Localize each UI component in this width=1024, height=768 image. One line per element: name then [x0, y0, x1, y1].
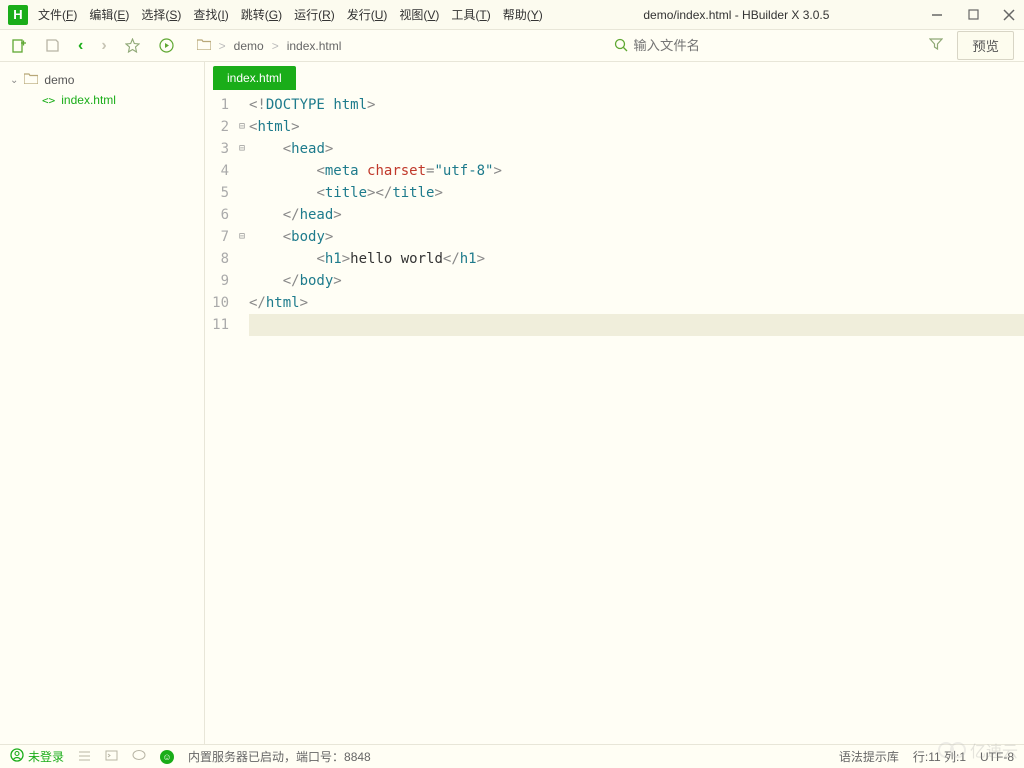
search-icon[interactable]: [613, 38, 629, 54]
tree-folder-label: demo: [44, 73, 74, 87]
toolbar: ‹ › > demo > index.html 预览: [0, 30, 1024, 62]
login-status[interactable]: 未登录: [10, 748, 64, 765]
tree-folder-demo[interactable]: ⌄ demo: [0, 70, 204, 90]
breadcrumb-segment[interactable]: demo: [234, 39, 264, 53]
login-label: 未登录: [28, 748, 64, 765]
code-line[interactable]: <body>: [249, 226, 1024, 248]
code-line[interactable]: <meta charset="utf-8">: [249, 160, 1024, 182]
save-icon[interactable]: [44, 38, 60, 54]
code-line[interactable]: <head>: [249, 138, 1024, 160]
code-line[interactable]: <html>: [249, 116, 1024, 138]
menu-item[interactable]: 编辑(E): [89, 6, 129, 23]
new-file-icon[interactable]: [10, 38, 26, 54]
code-lines[interactable]: <!DOCTYPE html><html> <head> <meta chars…: [249, 94, 1024, 744]
breadcrumb-separator: >: [272, 39, 279, 53]
file-explorer: ⌄ demo <> index.html: [0, 62, 205, 744]
code-line[interactable]: <!DOCTYPE html>: [249, 94, 1024, 116]
chat-icon[interactable]: [132, 749, 146, 765]
breadcrumb-separator: >: [219, 39, 226, 53]
encoding[interactable]: UTF-8: [980, 750, 1014, 764]
run-icon[interactable]: [159, 38, 175, 54]
fold-toggle[interactable]: ⊟: [235, 226, 249, 248]
tab-bar: index.html: [205, 62, 1024, 90]
folder-icon: [197, 39, 211, 53]
fold-column: ⊟⊟⊟: [235, 94, 249, 744]
nav-forward-icon[interactable]: ›: [101, 37, 106, 55]
star-icon[interactable]: [125, 38, 141, 54]
code-editor[interactable]: 1234567891011 ⊟⊟⊟ <!DOCTYPE html><html> …: [205, 90, 1024, 744]
fold-toggle[interactable]: ⊟: [235, 138, 249, 160]
tree-file-index[interactable]: <> index.html: [0, 90, 204, 110]
filter-icon[interactable]: [929, 37, 943, 54]
fold-toggle: [235, 314, 249, 336]
search-input[interactable]: [629, 34, 929, 57]
code-line[interactable]: [249, 314, 1024, 336]
app-logo: H: [8, 5, 28, 25]
search-box: 预览: [613, 31, 1014, 60]
editor-area: index.html 1234567891011 ⊟⊟⊟ <!DOCTYPE h…: [205, 62, 1024, 744]
list-icon[interactable]: [78, 749, 91, 765]
fold-toggle: [235, 160, 249, 182]
syntax-hint[interactable]: 语法提示库: [839, 748, 899, 765]
menu-item[interactable]: 视图(V): [399, 6, 439, 23]
fold-toggle: [235, 248, 249, 270]
chevron-down-icon: ⌄: [10, 75, 18, 86]
menu-item[interactable]: 选择(S): [141, 6, 181, 23]
preview-button[interactable]: 预览: [957, 31, 1014, 60]
menu-item[interactable]: 运行(R): [294, 6, 335, 23]
fold-toggle: [235, 204, 249, 226]
menu-item[interactable]: 查找(I): [193, 6, 228, 23]
menu-item[interactable]: 帮助(Y): [503, 6, 543, 23]
fold-toggle: [235, 270, 249, 292]
menu-item[interactable]: 发行(U): [347, 6, 388, 23]
smiley-icon: ☺: [160, 750, 174, 764]
fold-toggle: [235, 292, 249, 314]
breadcrumb-segment[interactable]: index.html: [287, 39, 342, 53]
server-status: 内置服务器已启动，端口号：8848: [188, 748, 371, 765]
tab-index-html[interactable]: index.html: [213, 66, 296, 90]
window-controls: [930, 8, 1016, 22]
line-gutter: 1234567891011: [205, 94, 235, 744]
code-line[interactable]: <title></title>: [249, 182, 1024, 204]
fold-toggle[interactable]: ⊟: [235, 116, 249, 138]
code-line[interactable]: <h1>hello world</h1>: [249, 248, 1024, 270]
code-line[interactable]: </html>: [249, 292, 1024, 314]
menu-item[interactable]: 文件(F): [38, 6, 77, 23]
close-button[interactable]: [1002, 8, 1016, 22]
code-line[interactable]: </head>: [249, 204, 1024, 226]
title-bar: H 文件(F) 编辑(E) 选择(S) 查找(I) 跳转(G) 运行(R) 发行(U) 视图(…: [0, 0, 1024, 30]
fold-toggle: [235, 94, 249, 116]
folder-icon: [24, 73, 38, 87]
minimize-button[interactable]: [930, 8, 944, 22]
tree-file-label: index.html: [61, 93, 116, 107]
maximize-button[interactable]: [966, 8, 980, 22]
main-area: ⌄ demo <> index.html index.html 12345678…: [0, 62, 1024, 744]
nav-back-icon[interactable]: ‹: [78, 37, 83, 55]
fold-toggle: [235, 182, 249, 204]
main-menu: 文件(F) 编辑(E) 选择(S) 查找(I) 跳转(G) 运行(R) 发行(U) 视图(V)…: [38, 6, 543, 23]
window-title: demo/index.html - HBuilder X 3.0.5: [543, 8, 930, 22]
menu-item[interactable]: 工具(T): [451, 6, 490, 23]
breadcrumb[interactable]: > demo > index.html: [197, 39, 342, 53]
code-line[interactable]: </body>: [249, 270, 1024, 292]
html-file-icon: <>: [42, 94, 55, 107]
user-icon: [10, 748, 24, 765]
cursor-position: 行:11 列:1: [913, 748, 966, 765]
menu-item[interactable]: 跳转(G): [241, 6, 282, 23]
terminal-icon[interactable]: [105, 749, 118, 765]
status-bar: 未登录 ☺ 内置服务器已启动，端口号：8848 语法提示库 行:11 列:1 U…: [0, 744, 1024, 768]
